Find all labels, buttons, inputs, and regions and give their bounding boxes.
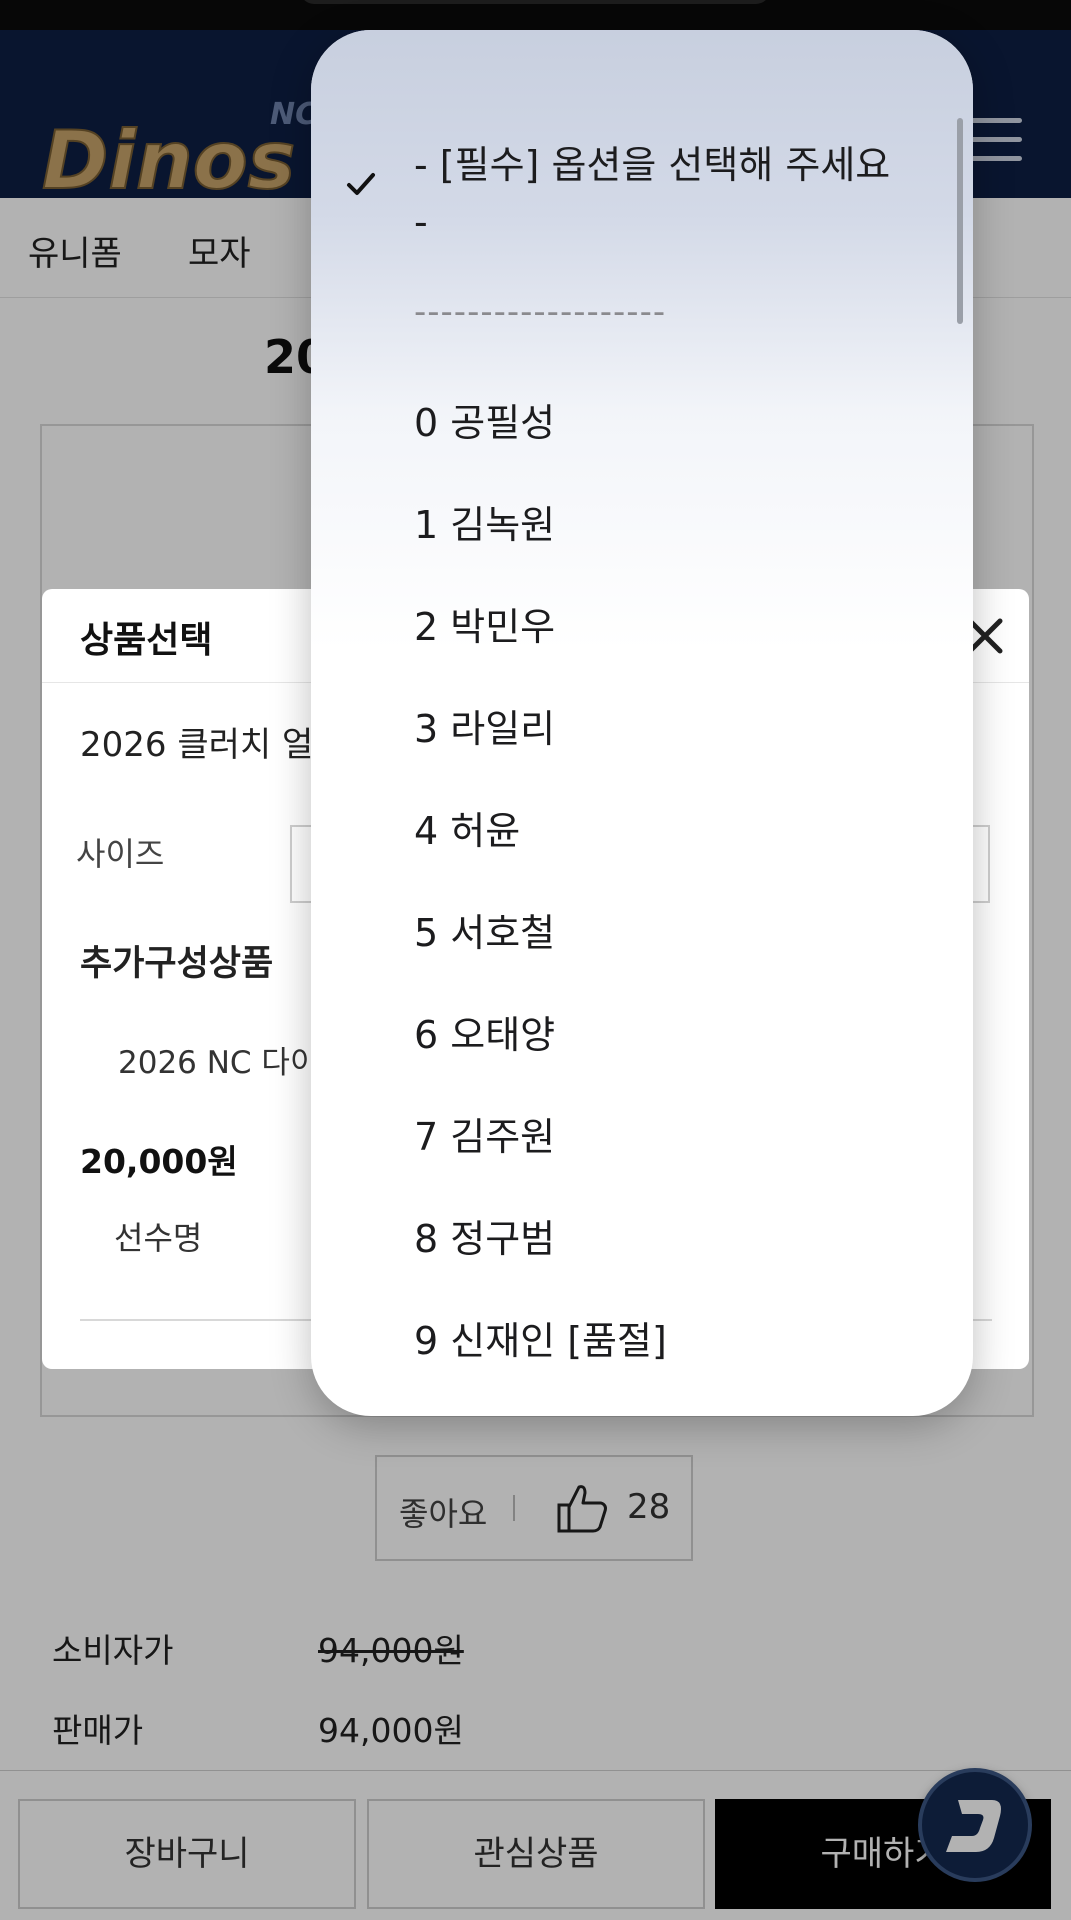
picker-option-6[interactable]: 6 오태양 xyxy=(414,1004,555,1059)
addon-product-name: 2026 NC 다이 xyxy=(118,1045,319,1081)
addon-price: 20,000원 xyxy=(80,1142,238,1181)
picker-option-separator[interactable]: ------------------- xyxy=(414,292,666,332)
modal-product-name: 2026 클러치 얼 xyxy=(80,725,314,765)
picker-blur-fade xyxy=(311,30,973,650)
addon-section-title: 추가구성상품 xyxy=(80,944,274,984)
picker-option-1[interactable]: 1 김녹원 xyxy=(414,494,555,549)
picker-option-5[interactable]: 5 서호철 xyxy=(414,902,555,957)
size-label: 사이즈 xyxy=(76,835,165,873)
modal-title: 상품선택 xyxy=(80,620,213,661)
picker-option-4[interactable]: 4 허윤 xyxy=(414,800,520,855)
picker-option-required[interactable]: - [필수] 옵션을 선택해 주세요 xyxy=(414,134,890,189)
picker-option-0[interactable]: 0 공필성 xyxy=(414,392,555,447)
checkmark-icon xyxy=(347,173,375,195)
player-name-label: 선수명 xyxy=(114,1219,203,1257)
picker-option-dash[interactable]: - xyxy=(414,200,428,244)
picker-option-9[interactable]: 9 신재인 [품절] xyxy=(414,1310,667,1365)
picker-option-2[interactable]: 2 박민우 xyxy=(414,596,555,651)
player-option-picker[interactable]: - [필수] 옵션을 선택해 주세요 - -------------------… xyxy=(311,30,973,1416)
picker-option-8[interactable]: 8 정구범 xyxy=(414,1208,555,1263)
picker-scrollbar[interactable] xyxy=(957,118,963,324)
picker-option-7[interactable]: 7 김주원 xyxy=(414,1106,555,1161)
picker-option-3[interactable]: 3 라일리 xyxy=(414,698,555,753)
